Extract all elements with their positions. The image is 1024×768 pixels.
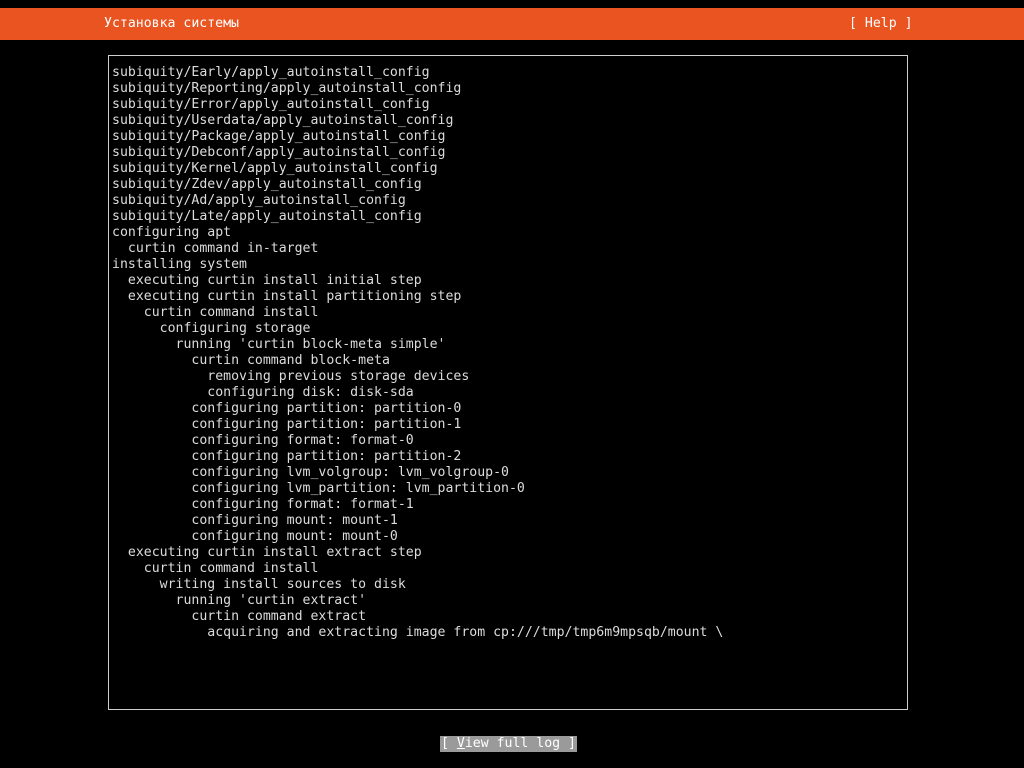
log-line: subiquity/Debconf/apply_autoinstall_conf… [112,145,446,160]
log-line: writing install sources to disk [112,577,406,592]
log-line: configuring lvm_volgroup: lvm_volgroup-0 [112,465,509,480]
log-line: configuring format: format-1 [112,497,414,512]
log-line: subiquity/Package/apply_autoinstall_conf… [112,129,446,144]
log-line: configuring partition: partition-0 [112,401,462,416]
install-log-list: subiquity/Early/apply_autoinstall_config… [112,65,904,641]
log-line: configuring disk: disk-sda [112,385,414,400]
log-line: executing curtin install extract step [112,545,422,560]
log-line: acquiring and extracting image from cp:/… [112,625,724,640]
log-line: configuring format: format-0 [112,433,414,448]
view-full-log-button[interactable]: [ View full log ] [440,736,577,752]
install-log-panel[interactable]: subiquity/Early/apply_autoinstall_config… [108,55,908,710]
log-line: subiquity/Userdata/apply_autoinstall_con… [112,113,454,128]
page-title: Установка системы [104,16,239,31]
log-line: configuring storage [112,321,311,336]
log-line: configuring apt [112,225,232,240]
log-line: subiquity/Ad/apply_autoinstall_config [112,193,406,208]
log-line: configuring mount: mount-0 [112,529,398,544]
log-line: subiquity/Error/apply_autoinstall_config [112,97,430,112]
view-log-prefix: [ [441,736,457,751]
log-line: subiquity/Late/apply_autoinstall_config [112,209,422,224]
log-line: configuring partition: partition-1 [112,417,462,432]
log-line: running 'curtin block-meta simple' [112,337,446,352]
log-line: installing system [112,257,247,272]
log-line: configuring mount: mount-1 [112,513,398,528]
help-button[interactable]: [ Help ] [849,8,913,40]
header-bar: Установка системы [ Help ] [0,8,1024,40]
log-line: curtin command in-target [112,241,319,256]
log-line: subiquity/Kernel/apply_autoinstall_confi… [112,161,438,176]
log-line: curtin command install [112,305,319,320]
log-line: subiquity/Zdev/apply_autoinstall_config [112,177,422,192]
view-log-label: iew full log ] [464,736,576,751]
log-line: curtin command block-meta [112,353,390,368]
log-line: removing previous storage devices [112,369,470,384]
log-line: curtin command install [112,561,319,576]
log-line: subiquity/Reporting/apply_autoinstall_co… [112,81,462,96]
view-log-hotkey: V [456,736,465,751]
log-line: configuring lvm_partition: lvm_partition… [112,481,525,496]
log-line: curtin command extract [112,609,367,624]
log-line: running 'curtin extract' [112,593,367,608]
log-line: subiquity/Early/apply_autoinstall_config [112,65,430,80]
log-line: executing curtin install initial step [112,273,422,288]
log-line: configuring partition: partition-2 [112,449,462,464]
log-line: executing curtin install partitioning st… [112,289,462,304]
